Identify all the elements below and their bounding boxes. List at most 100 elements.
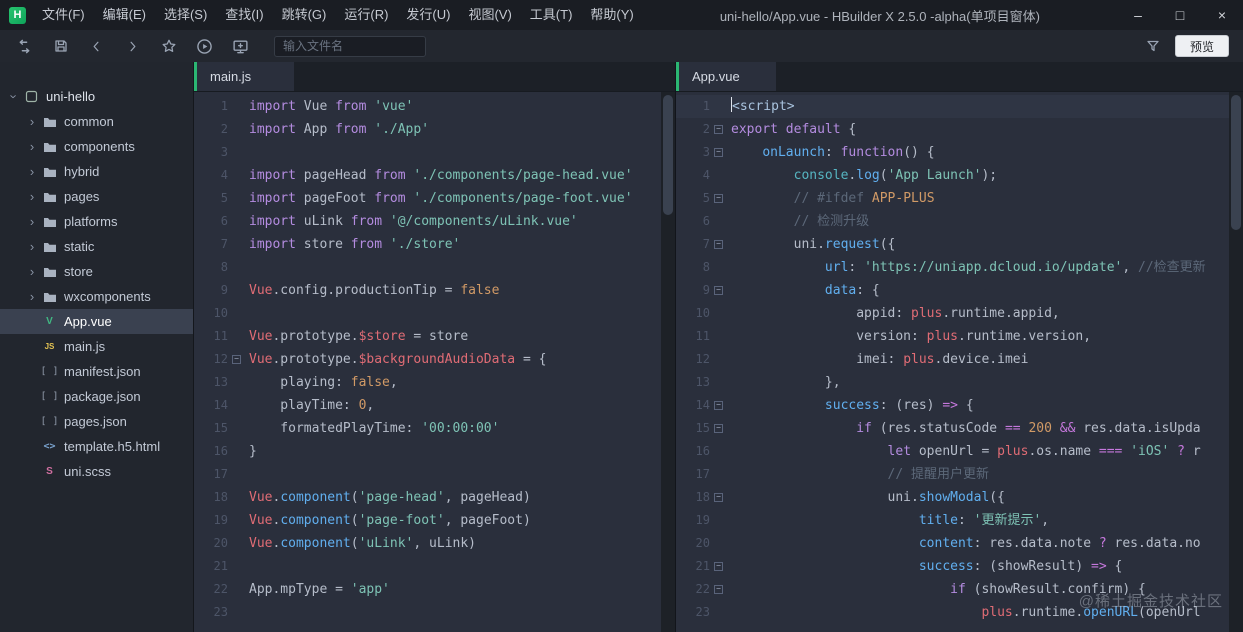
fold-marker[interactable]: − — [710, 417, 727, 440]
code-line[interactable]: 1 import Vue from 'vue' — [194, 95, 661, 118]
code-line[interactable]: 4 import pageHead from './components/page… — [194, 164, 661, 187]
code-line[interactable]: 23 plus.runtime.openURL(openUrl — [676, 601, 1229, 624]
fold-marker[interactable]: − — [228, 348, 245, 371]
menu-item[interactable]: 帮助(Y) — [581, 0, 642, 30]
scrollbar-thumb[interactable] — [1231, 95, 1241, 230]
tree-item-common[interactable]: › common — [0, 109, 193, 134]
fold-marker[interactable]: − — [710, 486, 727, 509]
scrollbar-thumb[interactable] — [663, 95, 673, 215]
fold-collapse-icon[interactable]: − — [714, 194, 723, 203]
menu-item[interactable]: 运行(R) — [335, 0, 397, 30]
forward-icon[interactable] — [118, 33, 147, 59]
code-area-app-vue[interactable]: 1 <script> 2− export default {3− onLaunch: … — [676, 92, 1229, 632]
code-line[interactable]: 7 import store from './store' — [194, 233, 661, 256]
code-line[interactable]: 6 import uLink from '@/components/uLink.v… — [194, 210, 661, 233]
code-line[interactable]: 20 Vue.component('uLink', uLink) — [194, 532, 661, 555]
code-line[interactable]: 21− success: (showResult) => { — [676, 555, 1229, 578]
code-line[interactable]: 10 — [194, 302, 661, 325]
code-line[interactable]: 13 playing: false, — [194, 371, 661, 394]
fold-collapse-icon[interactable]: − — [714, 125, 723, 134]
code-line[interactable]: 15− if (res.statusCode == 200 && res.dat… — [676, 417, 1229, 440]
chevron-right-icon[interactable]: › — [26, 164, 38, 179]
code-line[interactable]: 16} — [194, 440, 661, 463]
tree-item-pages-json[interactable]: [ ] pages.json — [0, 409, 193, 434]
tree-item-hybrid[interactable]: › hybrid — [0, 159, 193, 184]
code-line[interactable]: 9− data: { — [676, 279, 1229, 302]
minimize-button[interactable]: – — [1117, 0, 1159, 30]
maximize-button[interactable]: □ — [1159, 0, 1201, 30]
code-line[interactable]: 4 console.log('App Launch'); — [676, 164, 1229, 187]
code-line[interactable]: 22− if (showResult.confirm) { — [676, 578, 1229, 601]
code-line[interactable]: 22 App.mpType = 'app' — [194, 578, 661, 601]
close-button[interactable]: × — [1201, 0, 1243, 30]
menu-item[interactable]: 查找(I) — [216, 0, 272, 30]
open-in-browser-icon[interactable] — [226, 33, 255, 59]
tree-item-wxcomponents[interactable]: › wxcomponents — [0, 284, 193, 309]
tree-item-manifest-json[interactable]: [ ] manifest.json — [0, 359, 193, 384]
fold-marker[interactable]: − — [710, 394, 727, 417]
fold-collapse-icon[interactable]: − — [232, 355, 241, 364]
code-line[interactable]: 12− Vue.prototype.$backgroundAudioData = … — [194, 348, 661, 371]
code-line[interactable]: 8 — [194, 256, 661, 279]
code-line[interactable]: 18 Vue.component('page-head', pageHead) — [194, 486, 661, 509]
fold-collapse-icon[interactable]: − — [714, 240, 723, 249]
fold-marker[interactable]: − — [710, 578, 727, 601]
code-line[interactable]: 20 content: res.data.note ? res.data.no — [676, 532, 1229, 555]
chevron-right-icon[interactable]: › — [26, 189, 38, 204]
tree-item-app-vue[interactable]: V App.vue — [0, 309, 193, 334]
save-icon[interactable] — [46, 33, 75, 59]
code-line[interactable]: 21 — [194, 555, 661, 578]
tab-main-js[interactable]: main.js — [194, 62, 294, 91]
fold-collapse-icon[interactable]: − — [714, 401, 723, 410]
code-line[interactable]: 8 url: 'https://uniapp.dcloud.io/update'… — [676, 256, 1229, 279]
chevron-right-icon[interactable]: › — [26, 239, 38, 254]
code-line[interactable]: 3− onLaunch: function() { — [676, 141, 1229, 164]
fold-collapse-icon[interactable]: − — [714, 424, 723, 433]
menu-item[interactable]: 跳转(G) — [273, 0, 336, 30]
filter-icon[interactable] — [1139, 33, 1168, 59]
tree-item-components[interactable]: › components — [0, 134, 193, 159]
code-line[interactable]: 17 // 提醒用户更新 — [676, 463, 1229, 486]
menu-item[interactable]: 选择(S) — [155, 0, 216, 30]
code-line[interactable]: 1 <script> — [676, 95, 1229, 118]
code-line[interactable]: 10 appid: plus.runtime.appid, — [676, 302, 1229, 325]
back-icon[interactable] — [82, 33, 111, 59]
chevron-down-icon[interactable]: › — [7, 91, 22, 103]
window-switch-icon[interactable] — [10, 33, 39, 59]
tree-item-store[interactable]: › store — [0, 259, 193, 284]
code-line[interactable]: 14− success: (res) => { — [676, 394, 1229, 417]
code-line[interactable]: 12 imei: plus.device.imei — [676, 348, 1229, 371]
code-line[interactable]: 19 title: '更新提示', — [676, 509, 1229, 532]
run-icon[interactable] — [190, 33, 219, 59]
code-line[interactable]: 15 formatedPlayTime: '00:00:00' — [194, 417, 661, 440]
preview-button[interactable]: 预览 — [1174, 35, 1229, 57]
tree-item-package-json[interactable]: [ ] package.json — [0, 384, 193, 409]
code-line[interactable]: 18− uni.showModal({ — [676, 486, 1229, 509]
chevron-right-icon[interactable]: › — [26, 289, 38, 304]
tree-root-uni-hello[interactable]: › uni-hello — [0, 84, 193, 109]
menu-item[interactable]: 工具(T) — [521, 0, 582, 30]
fold-marker[interactable]: − — [710, 279, 727, 302]
code-line[interactable]: 6 // 检测升级 — [676, 210, 1229, 233]
scrollbar-vertical-left[interactable] — [661, 92, 675, 632]
menu-item[interactable]: 文件(F) — [33, 0, 94, 30]
code-line[interactable]: 17 — [194, 463, 661, 486]
fold-marker[interactable]: − — [710, 555, 727, 578]
code-area-main-js[interactable]: 1 import Vue from 'vue' 2 import App from '… — [194, 92, 661, 632]
tree-item-uni-scss[interactable]: Suni.scss — [0, 459, 193, 484]
code-line[interactable]: 13 }, — [676, 371, 1229, 394]
fold-collapse-icon[interactable]: − — [714, 562, 723, 571]
fold-marker[interactable]: − — [710, 233, 727, 256]
tree-item-static[interactable]: › static — [0, 234, 193, 259]
menu-item[interactable]: 视图(V) — [459, 0, 520, 30]
tree-item-template-h5-html[interactable]: <> template.h5.html — [0, 434, 193, 459]
chevron-right-icon[interactable]: › — [26, 264, 38, 279]
chevron-right-icon[interactable]: › — [26, 214, 38, 229]
tree-item-main-js[interactable]: JS main.js — [0, 334, 193, 359]
code-line[interactable]: 5 import pageFoot from './components/page… — [194, 187, 661, 210]
fold-collapse-icon[interactable]: − — [714, 148, 723, 157]
fold-marker[interactable]: − — [710, 187, 727, 210]
code-line[interactable]: 5− // #ifdef APP-PLUS — [676, 187, 1229, 210]
file-search-input[interactable] — [274, 35, 426, 57]
code-line[interactable]: 7− uni.request({ — [676, 233, 1229, 256]
